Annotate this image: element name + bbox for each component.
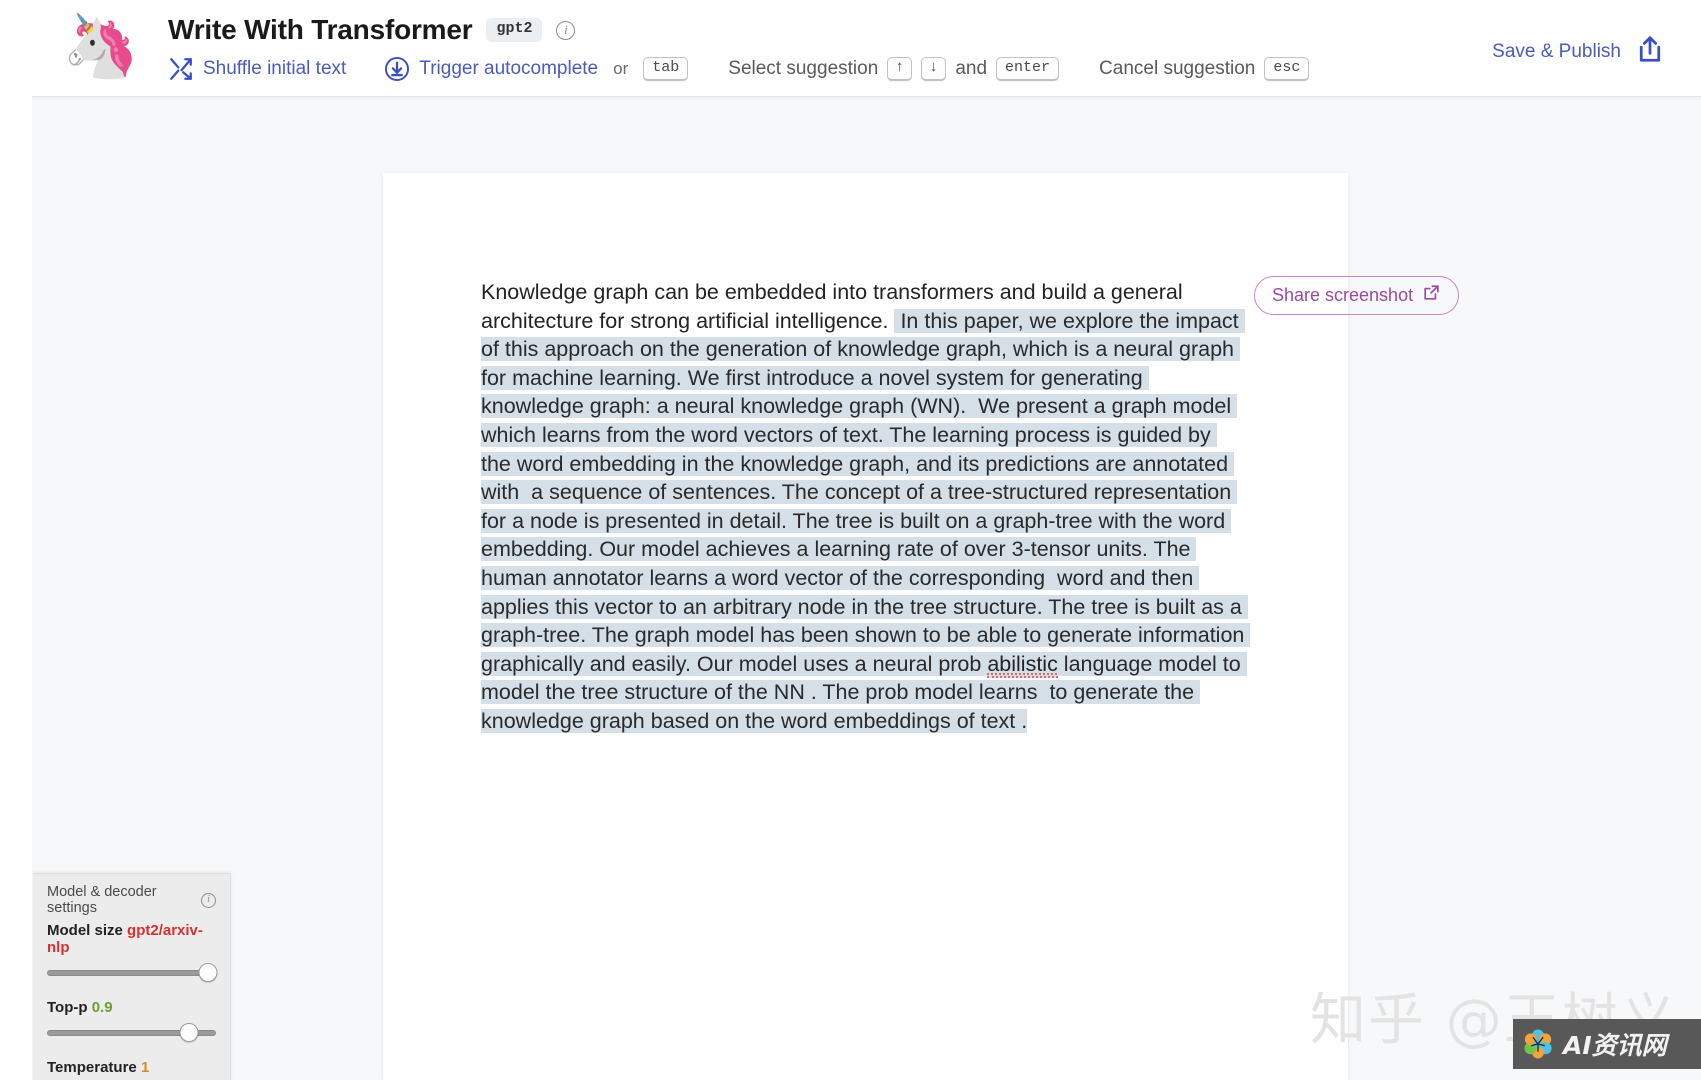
setting-row-model-size: Model size gpt2/arxiv-nlp bbox=[47, 922, 218, 983]
setting-row-top-p: Top-p 0.9 bbox=[47, 999, 216, 1043]
setting-label-model-size: Model size gpt2/arxiv-nlp bbox=[47, 922, 216, 956]
cancel-suggestion-label: Cancel suggestion bbox=[1099, 58, 1256, 79]
setting-row-temperature: Temperature 1 bbox=[47, 1059, 216, 1080]
model-size-label: Model size bbox=[47, 922, 123, 939]
top-p-slider[interactable] bbox=[47, 1023, 216, 1043]
slider-thumb[interactable] bbox=[179, 1023, 199, 1042]
temperature-value: 1 bbox=[140, 1059, 150, 1076]
model-decoder-settings-panel[interactable]: Model & decoder settings i Model size gp… bbox=[33, 873, 231, 1080]
tab-key: tab bbox=[643, 56, 689, 82]
trigger-autocomplete-button[interactable]: Trigger autocomplete or tab bbox=[384, 56, 689, 82]
page-body: Knowledge graph can be embedded into tra… bbox=[32, 96, 1701, 1080]
share-screenshot-label: Share screenshot bbox=[1272, 284, 1414, 305]
select-suggestion-hint: Select suggestion ↑ ↓ and enter bbox=[728, 56, 1060, 82]
arrow-down-key: ↓ bbox=[921, 56, 947, 82]
app-root: 🦄 Write With Transformer gpt2 i Shuffle … bbox=[0, 0, 1701, 1080]
and-label: and bbox=[955, 58, 988, 79]
unicorn-logo-icon: 🦄 bbox=[62, 12, 140, 81]
editor-textarea[interactable]: Knowledge graph can be embedded into tra… bbox=[481, 278, 1251, 736]
ai-news-badge-label: AI资讯网 bbox=[1563, 1031, 1667, 1060]
model-size-slider[interactable] bbox=[47, 963, 218, 983]
setting-label-top-p: Top-p 0.9 bbox=[47, 999, 216, 1016]
slider-track bbox=[47, 970, 216, 976]
generated-text-part-1: In this paper, we explore the impact of … bbox=[481, 308, 1251, 676]
external-link-icon bbox=[1422, 283, 1441, 307]
top-p-label: Top-p bbox=[47, 999, 88, 1016]
share-upload-icon bbox=[1635, 34, 1665, 69]
info-icon[interactable]: i bbox=[556, 20, 576, 40]
app-header: 🦄 Write With Transformer gpt2 i Shuffle … bbox=[0, 0, 1701, 96]
shuffle-initial-text-label: Shuffle initial text bbox=[203, 58, 347, 79]
save-and-publish-button[interactable]: Save & Publish bbox=[1492, 34, 1665, 69]
flower-logo-icon bbox=[1521, 1027, 1555, 1061]
cancel-suggestion-hint: Cancel suggestion esc bbox=[1099, 56, 1310, 82]
enter-key: enter bbox=[996, 56, 1060, 82]
esc-key: esc bbox=[1264, 56, 1310, 82]
download-arrow-icon bbox=[384, 56, 410, 82]
ai-news-badge: AI资讯网 bbox=[1513, 1019, 1701, 1069]
shuffle-initial-text-button[interactable]: Shuffle initial text bbox=[168, 56, 346, 82]
arrow-up-key: ↑ bbox=[887, 56, 913, 82]
setting-label-temperature: Temperature 1 bbox=[47, 1059, 216, 1076]
settings-header: Model & decoder settings i bbox=[47, 884, 216, 916]
slider-thumb[interactable] bbox=[198, 963, 218, 982]
trigger-autocomplete-label: Trigger autocomplete bbox=[419, 58, 599, 79]
temperature-label: Temperature bbox=[47, 1059, 137, 1076]
editor-card[interactable]: Knowledge graph can be embedded into tra… bbox=[383, 173, 1348, 1080]
model-badge[interactable]: gpt2 bbox=[486, 18, 543, 42]
settings-info-icon[interactable]: i bbox=[201, 892, 216, 908]
page-title: Write With Transformer bbox=[168, 14, 473, 45]
shuffle-icon bbox=[168, 56, 194, 82]
misspelled-word: abilistic bbox=[987, 651, 1058, 678]
settings-title: Model & decoder settings bbox=[47, 884, 157, 916]
title-row: Write With Transformer gpt2 i bbox=[168, 14, 576, 46]
top-p-value: 0.9 bbox=[91, 999, 113, 1016]
share-screenshot-button[interactable]: Share screenshot bbox=[1254, 276, 1460, 315]
select-suggestion-label: Select suggestion bbox=[728, 58, 879, 79]
or-label-1: or bbox=[613, 59, 629, 78]
save-and-publish-label: Save & Publish bbox=[1492, 40, 1621, 62]
shortcut-bar: Shuffle initial text Trigger autocomplet… bbox=[168, 54, 1310, 84]
